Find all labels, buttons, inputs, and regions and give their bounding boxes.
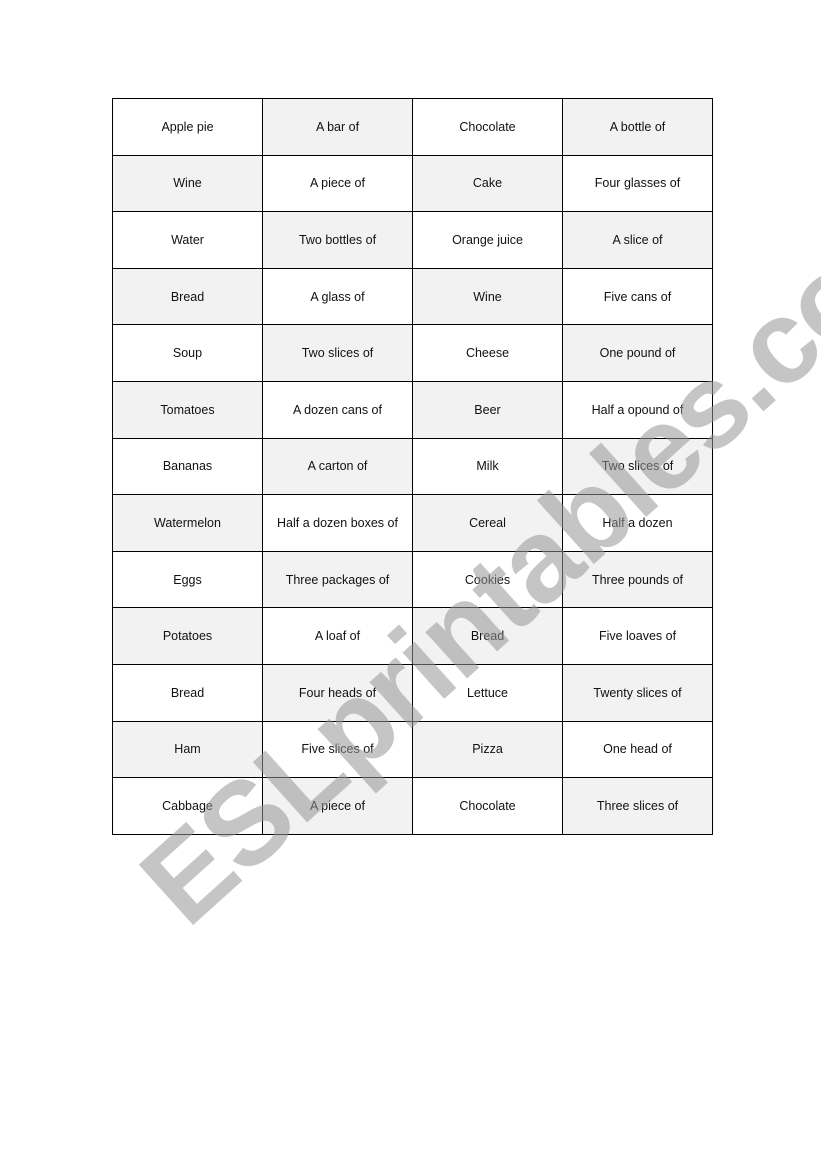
table-cell: A glass of xyxy=(262,267,413,326)
table-cell: Lettuce xyxy=(412,663,563,722)
table-cell: Pizza xyxy=(412,720,563,779)
table-cell: Three slices of xyxy=(562,777,713,835)
table-cell: Bread xyxy=(112,663,263,722)
table-row: Bread Four heads of Lettuce Twenty slices o… xyxy=(112,663,713,722)
table-cell: Cabbage xyxy=(112,777,263,835)
table-row: Cabbage A piece of Chocolate Three slices o… xyxy=(112,777,713,835)
table-cell: A piece of xyxy=(262,777,413,835)
table-cell: One head of xyxy=(562,720,713,779)
table-cell: Bananas xyxy=(112,437,263,496)
table-row: Bananas A carton of Milk Two slices of xyxy=(112,437,713,496)
table-row: Soup Two slices of Cheese One pound of xyxy=(112,324,713,382)
table-cell: Two slices of xyxy=(562,437,713,496)
table-cell: Orange juice xyxy=(412,211,563,269)
table-cell: Twenty slices of xyxy=(562,663,713,722)
table-cell: Three packages of xyxy=(262,550,413,609)
table-cell: A piece of xyxy=(262,154,413,213)
table-cell: A slice of xyxy=(562,211,713,269)
table-cell: Half a dozen boxes of xyxy=(262,494,413,552)
table-row: Tomatoes A dozen cans of Beer Half a opound… xyxy=(112,380,713,439)
table-cell: A bar of xyxy=(262,98,413,156)
table-cell: Wine xyxy=(412,267,563,326)
table-cell: Eggs xyxy=(112,550,263,609)
table-cell: A bottle of xyxy=(562,98,713,156)
table-cell: Five slices of xyxy=(262,720,413,779)
table-cell: Milk xyxy=(412,437,563,496)
table-cell: Five cans of xyxy=(562,267,713,326)
table-row: Wine A piece of Cake Four glasses of xyxy=(112,154,713,213)
table-cell: Three pounds of xyxy=(562,550,713,609)
table-cell: Wine xyxy=(112,154,263,213)
table-cell: Four heads of xyxy=(262,663,413,722)
table-cell: Chocolate xyxy=(412,777,563,835)
table-cell: Two bottles of xyxy=(262,211,413,269)
table-cell: Water xyxy=(112,211,263,269)
table-cell: Cheese xyxy=(412,324,563,382)
table-cell: Tomatoes xyxy=(112,380,263,439)
table-row: Apple pie A bar of Chocolate A bottle of xyxy=(112,98,713,156)
table-cell: Apple pie xyxy=(112,98,263,156)
table-cell: Bread xyxy=(412,607,563,665)
table-cell: A carton of xyxy=(262,437,413,496)
table-cell: A dozen cans of xyxy=(262,380,413,439)
table-cell: Chocolate xyxy=(412,98,563,156)
table-cell: Ham xyxy=(112,720,263,779)
table-cell: Beer xyxy=(412,380,563,439)
table-cell: Five loaves of xyxy=(562,607,713,665)
table-cell: Bread xyxy=(112,267,263,326)
table-cell: A loaf of xyxy=(262,607,413,665)
table-cell: Watermelon xyxy=(112,494,263,552)
table-cell: Cereal xyxy=(412,494,563,552)
table-cell: Cake xyxy=(412,154,563,213)
table-row: Water Two bottles of Orange juice A slice o… xyxy=(112,211,713,269)
table-row: Eggs Three packages of Cookies Three pounds… xyxy=(112,550,713,609)
table-row: Bread A glass of Wine Five cans of xyxy=(112,267,713,326)
table-cell: Soup xyxy=(112,324,263,382)
table-row: Ham Five slices of Pizza One head of xyxy=(112,720,713,779)
table-cell: Potatoes xyxy=(112,607,263,665)
table-cell: One pound of xyxy=(562,324,713,382)
table-cell: Half a opound of xyxy=(562,380,713,439)
table-row: Watermelon Half a dozen boxes of Cereal Hal… xyxy=(112,494,713,552)
worksheet-table: Apple pie A bar of Chocolate A bottle of Win… xyxy=(112,98,713,835)
table-row: Potatoes A loaf of Bread Five loaves of xyxy=(112,607,713,665)
table-cell: Two slices of xyxy=(262,324,413,382)
table-cell: Half a dozen xyxy=(562,494,713,552)
table-cell: Cookies xyxy=(412,550,563,609)
table-cell: Four glasses of xyxy=(562,154,713,213)
